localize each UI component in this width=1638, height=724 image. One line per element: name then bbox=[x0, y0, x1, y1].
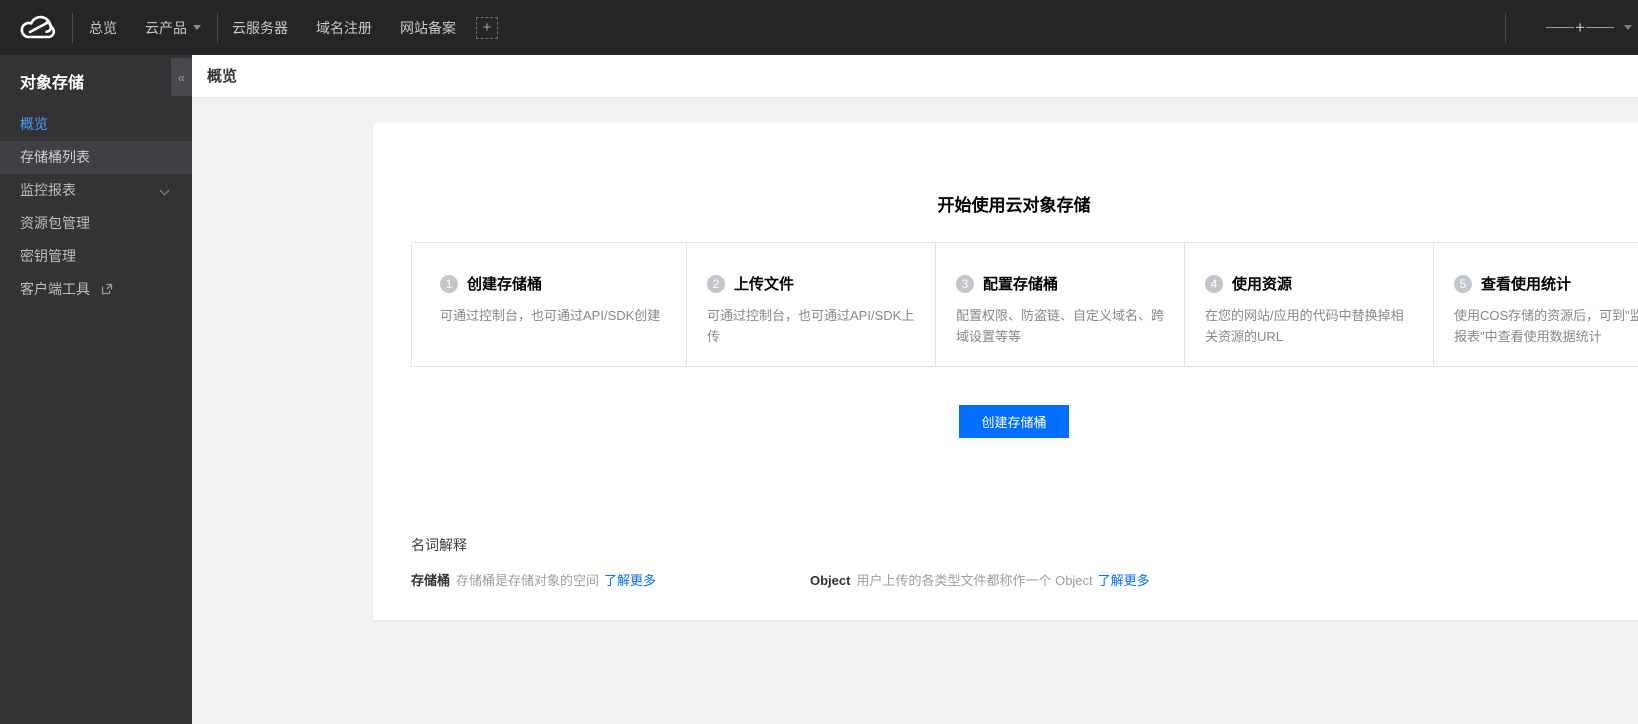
getting-started-title: 开始使用云对象存储 bbox=[937, 196, 1091, 215]
sidebar-item-label: 概览 bbox=[20, 116, 48, 132]
page-title: 概览 bbox=[207, 68, 238, 85]
content-area: 开始使用云对象存储 1 创建存储桶 可通过控制台，也可通过API/SDK创建 2… bbox=[192, 98, 1638, 724]
glossary-term-object: Object 用户上传的各类型文件都称作一个 Object 了解更多 bbox=[810, 570, 1209, 589]
sidebar-item-overview[interactable]: 概览 bbox=[0, 108, 192, 141]
nav-cloud-products[interactable]: 云产品 bbox=[145, 18, 201, 38]
step-create-bucket: 1 创建存储桶 可通过控制台，也可通过API/SDK创建 bbox=[412, 243, 686, 366]
account-dropdown[interactable]: + bbox=[1546, 19, 1632, 36]
plus-icon: + bbox=[482, 19, 492, 36]
step-title: 配置存储桶 bbox=[983, 276, 1059, 293]
step-description: 使用COS存储的资源后，可到"监控报表"中查看使用数据统计 bbox=[1454, 308, 1638, 344]
term-description: 存储桶是存储对象的空间 bbox=[456, 573, 600, 588]
glossary-term-bucket: 存储桶 存储桶是存储对象的空间 了解更多 bbox=[411, 570, 810, 589]
sidebar-menu: 概览 存储桶列表 监控报表 资源包管理 密钥管理 客户端工具 bbox=[0, 108, 192, 306]
step-number-badge: 3 bbox=[956, 274, 974, 293]
plus-icon: + bbox=[1575, 18, 1585, 37]
step-number-badge: 5 bbox=[1454, 274, 1472, 293]
step-number-badge: 1 bbox=[440, 274, 458, 293]
term-name: 存储桶 bbox=[411, 573, 451, 588]
nav-quicklink-cvm[interactable]: 云服务器 bbox=[232, 18, 288, 38]
step-number-badge: 2 bbox=[707, 274, 725, 293]
tencent-cloud-logo-icon[interactable] bbox=[18, 13, 58, 43]
sidebar-item-label: 监控报表 bbox=[20, 182, 76, 198]
step-title: 创建存储桶 bbox=[467, 276, 543, 293]
step-title: 使用资源 bbox=[1232, 276, 1293, 293]
glossary-terms: 存储桶 存储桶是存储对象的空间 了解更多 Object 用户上传的各类型文件都称作一个… bbox=[411, 570, 1638, 589]
step-title: 查看使用统计 bbox=[1481, 276, 1572, 293]
overview-card-inner: 开始使用云对象存储 1 创建存储桶 可通过控制台，也可通过API/SDK创建 2… bbox=[373, 191, 1638, 589]
nav-divider bbox=[72, 12, 73, 43]
sidebar-item-monitor-reports[interactable]: 监控报表 bbox=[0, 174, 192, 207]
dash-icon bbox=[1546, 27, 1575, 28]
caret-down-icon bbox=[193, 25, 201, 30]
nav-quicklink-icp[interactable]: 网站备案 bbox=[400, 18, 456, 38]
step-upload-file: 2 上传文件 可通过控制台，也可通过API/SDK上传 bbox=[686, 243, 935, 366]
sidebar-item-key-management[interactable]: 密钥管理 bbox=[0, 240, 192, 273]
sidebar-item-resource-packs[interactable]: 资源包管理 bbox=[0, 207, 192, 240]
chevron-down-icon bbox=[159, 185, 170, 196]
nav-overview[interactable]: 总览 bbox=[89, 18, 117, 38]
create-bucket-button[interactable]: 创建存储桶 bbox=[959, 405, 1069, 438]
main-area: 概览 开始使用云对象存储 1 创建存储桶 可通过控制台，也可通过API/SDK创… bbox=[192, 55, 1638, 724]
caret-down-icon bbox=[1624, 25, 1632, 30]
step-title: 上传文件 bbox=[734, 276, 795, 293]
step-configure-bucket: 3 配置存储桶 配置权限、防盗链、自定义域名、跨域设置等等 bbox=[935, 243, 1184, 366]
nav-right-group: + bbox=[1503, 0, 1638, 55]
sidebar-title: 对象存储 bbox=[20, 75, 85, 92]
dash-icon bbox=[1586, 27, 1614, 28]
step-description: 配置权限、防盗链、自定义域名、跨域设置等等 bbox=[956, 308, 1165, 344]
sidebar-item-label: 存储桶列表 bbox=[20, 149, 90, 165]
nav-cloud-products-label: 云产品 bbox=[145, 19, 187, 36]
overview-card: 开始使用云对象存储 1 创建存储桶 可通过控制台，也可通过API/SDK创建 2… bbox=[373, 123, 1638, 620]
sidebar-header: 对象存储 « bbox=[0, 55, 192, 101]
nav-quicklink-domain[interactable]: 域名注册 bbox=[316, 18, 372, 38]
term-description: 用户上传的各类型文件都称作一个 Object bbox=[856, 573, 1093, 588]
step-use-resources: 4 使用资源 在您的网站/应用的代码中替换掉相关资源的URL bbox=[1184, 243, 1433, 366]
add-quicklink-button[interactable]: + bbox=[476, 16, 498, 39]
sidebar-item-label: 资源包管理 bbox=[20, 215, 90, 231]
sidebar-item-client-tools[interactable]: 客户端工具 bbox=[0, 273, 192, 306]
page-header: 概览 bbox=[192, 55, 1638, 98]
step-view-statistics: 5 查看使用统计 使用COS存储的资源后，可到"监控报表"中查看使用数据统计 bbox=[1433, 243, 1638, 366]
sidebar-collapse-button[interactable]: « bbox=[171, 58, 192, 96]
step-number-badge: 4 bbox=[1205, 274, 1223, 293]
external-link-icon bbox=[101, 283, 113, 295]
learn-more-link[interactable]: 了解更多 bbox=[604, 573, 656, 588]
learn-more-link[interactable]: 了解更多 bbox=[1098, 573, 1150, 588]
sidebar-item-label: 客户端工具 bbox=[20, 281, 90, 297]
steps-row: 1 创建存储桶 可通过控制台，也可通过API/SDK创建 2 上传文件 可通过控… bbox=[411, 242, 1638, 367]
top-nav: 总览 云产品 云服务器 域名注册 网站备案 + + bbox=[0, 0, 1638, 55]
button-row: 创建存储桶 bbox=[373, 405, 1638, 438]
glossary-heading: 名词解释 bbox=[411, 537, 467, 553]
sidebar-item-label: 密钥管理 bbox=[20, 248, 76, 264]
nav-divider bbox=[1505, 12, 1507, 43]
collapse-chevrons-icon: « bbox=[177, 69, 186, 85]
step-description: 可通过控制台，也可通过API/SDK创建 bbox=[440, 308, 661, 323]
sidebar-item-bucket-list[interactable]: 存储桶列表 bbox=[0, 141, 192, 174]
nav-divider bbox=[217, 12, 218, 43]
step-description: 可通过控制台，也可通过API/SDK上传 bbox=[707, 308, 915, 344]
sidebar: 对象存储 « 概览 存储桶列表 监控报表 资源包管理 密钥管理 客户端工具 bbox=[0, 55, 192, 724]
term-name: Object bbox=[810, 573, 851, 588]
step-description: 在您的网站/应用的代码中替换掉相关资源的URL bbox=[1205, 308, 1404, 344]
